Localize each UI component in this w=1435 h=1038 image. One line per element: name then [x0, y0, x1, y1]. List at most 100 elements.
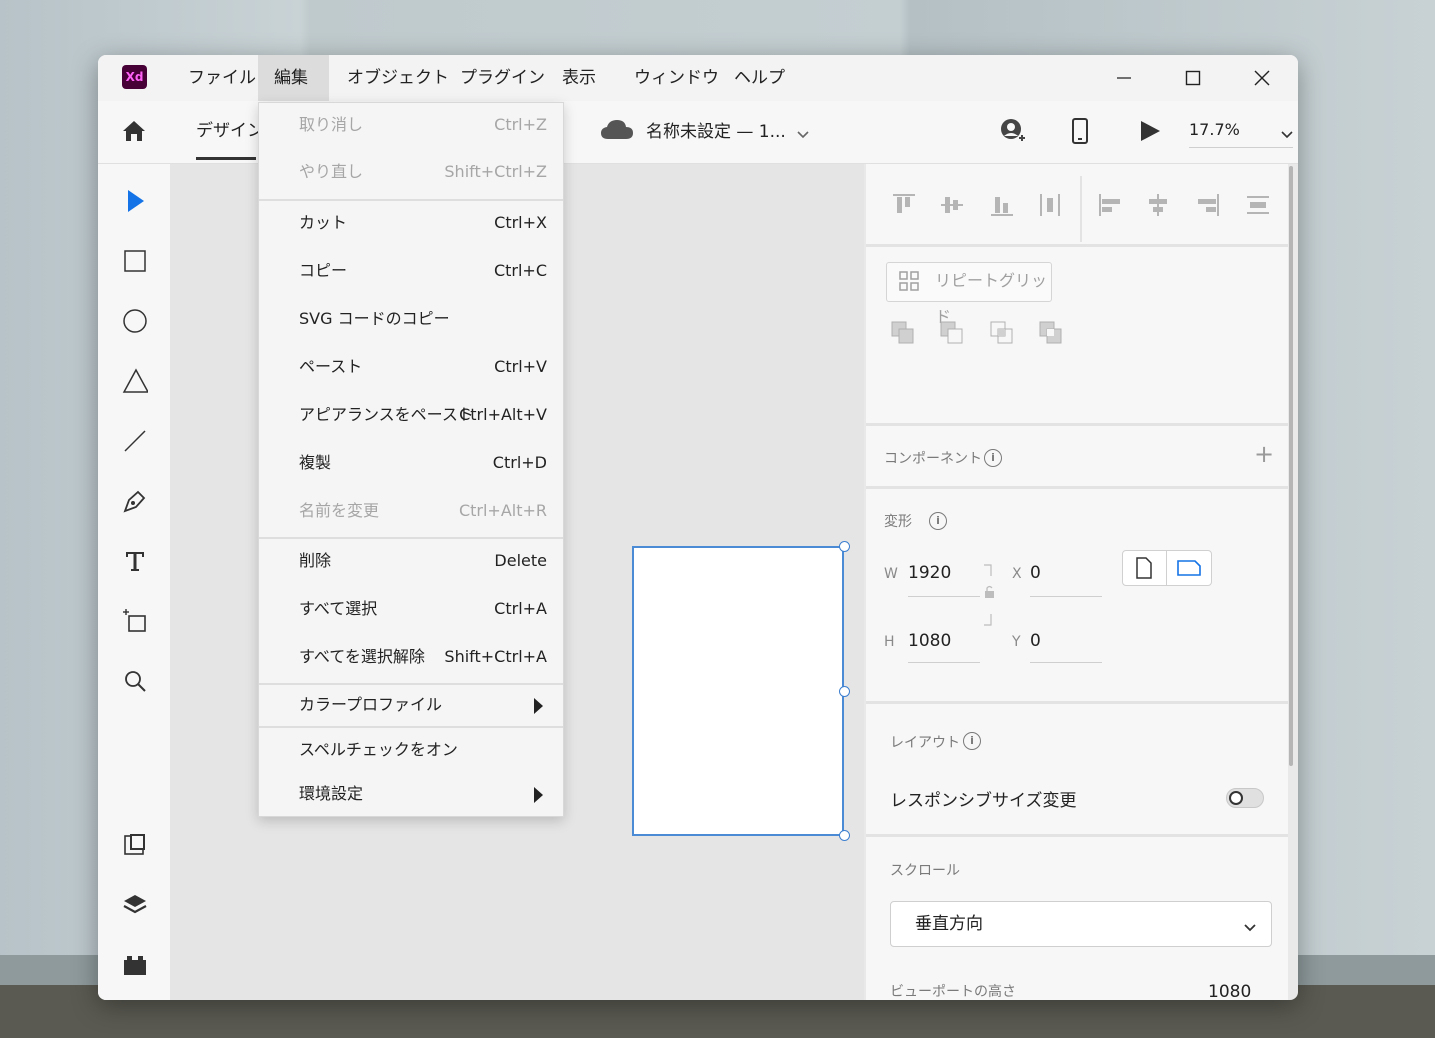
zoom-level[interactable]: 17.7% [1189, 101, 1240, 163]
select-tool-icon[interactable] [122, 188, 148, 214]
height-input[interactable]: 1080 [908, 631, 951, 651]
menu-item-copy[interactable]: コピー Ctrl+C [259, 249, 563, 293]
y-underline [1030, 662, 1102, 663]
responsive-resize-toggle[interactable] [1226, 788, 1264, 808]
menu-item-spellcheck[interactable]: スペルチェックをオン [259, 728, 563, 772]
submenu-arrow-icon [534, 787, 543, 803]
polygon-tool-icon[interactable] [122, 368, 148, 394]
close-icon[interactable] [1239, 55, 1285, 101]
align-center-icon[interactable] [1144, 191, 1172, 219]
repeat-grid-button[interactable]: リピートグリッド [886, 262, 1052, 326]
menu-item-cut[interactable]: カット Ctrl+X [259, 201, 563, 245]
height-label: H [884, 634, 895, 650]
menu-item-shortcut: Ctrl+V [494, 357, 547, 376]
viewport-height-input[interactable]: 1080 [1208, 982, 1251, 1000]
menu-item-select-all[interactable]: すべて選択 Ctrl+A [259, 587, 563, 631]
component-heading: コンポーネント [884, 451, 982, 467]
minimize-icon[interactable] [1101, 55, 1147, 101]
menu-item-paste-appearance[interactable]: アピアランスをペースト Ctrl+Alt+V [259, 393, 563, 437]
boolean-intersect-icon[interactable] [990, 321, 1014, 345]
resize-handle-bottom-right[interactable] [839, 830, 850, 841]
menu-item-duplicate[interactable]: 複製 Ctrl+D [259, 441, 563, 485]
menu-item-label: アピアランスをペースト [299, 405, 474, 424]
document-title[interactable]: 名称未設定 — 1... [646, 101, 786, 163]
menu-item-paste[interactable]: ペースト Ctrl+V [259, 345, 563, 389]
ellipse-tool-icon[interactable] [122, 308, 148, 334]
y-input[interactable]: 0 [1030, 631, 1041, 651]
menu-item-color-profile[interactable]: カラープロファイル [259, 683, 563, 727]
zoom-tool-icon[interactable] [122, 668, 148, 694]
menu-item-label: 名前を変更 [299, 501, 380, 520]
boolean-add-icon[interactable] [891, 321, 915, 345]
panel-scrollbar[interactable] [1289, 166, 1293, 766]
menu-help[interactable]: ヘルプ [718, 55, 801, 101]
share-user-icon[interactable] [998, 117, 1026, 149]
orientation-toggle [1122, 550, 1212, 586]
plugins-icon[interactable] [122, 952, 148, 978]
line-tool-icon[interactable] [122, 428, 148, 454]
boolean-exclude-icon[interactable] [1039, 321, 1063, 345]
artboard-tool-icon[interactable] [122, 608, 148, 634]
align-divider [1080, 176, 1082, 242]
info-icon[interactable]: i [984, 449, 1002, 467]
edit-menu: 取り消し Ctrl+Z やり直し Shift+Ctrl+Z カット Ctrl+X… [258, 102, 564, 817]
menu-view[interactable]: 表示 [546, 55, 612, 101]
align-top-icon[interactable] [890, 191, 918, 219]
align-middle-icon[interactable] [938, 191, 966, 219]
menu-plugins[interactable]: プラグイン [444, 55, 561, 101]
scroll-direction-select[interactable]: 垂直方向 [890, 901, 1272, 947]
zoom-underline [1189, 147, 1293, 148]
maximize-icon[interactable] [1170, 55, 1216, 101]
panel-separator [866, 423, 1288, 426]
chevron-down-icon[interactable] [796, 125, 810, 144]
width-input[interactable]: 1920 [908, 563, 951, 583]
x-input[interactable]: 0 [1030, 563, 1041, 583]
menu-item-label: すべて選択 [299, 599, 378, 618]
align-right-icon[interactable] [1194, 191, 1222, 219]
zoom-chevron-down-icon[interactable] [1280, 125, 1294, 144]
tab-design[interactable]: デザイン [196, 101, 264, 163]
lock-aspect-icon[interactable] [982, 564, 996, 630]
menu-item-label: 環境設定 [299, 784, 364, 803]
mobile-preview-icon[interactable] [1070, 117, 1090, 149]
rectangle-tool-icon[interactable] [122, 248, 148, 274]
menu-item-redo[interactable]: やり直し Shift+Ctrl+Z [259, 150, 563, 194]
layers-icon[interactable] [122, 892, 148, 918]
info-icon[interactable]: i [929, 512, 947, 530]
distribute-horizontal-icon[interactable] [1036, 191, 1064, 219]
pen-tool-icon[interactable] [122, 488, 148, 514]
menu-item-label: ペースト [299, 357, 363, 376]
menu-item-label: やり直し [299, 162, 364, 181]
menu-item-rename[interactable]: 名前を変更 Ctrl+Alt+R [259, 489, 563, 533]
boolean-subtract-icon[interactable] [940, 321, 964, 345]
menu-item-deselect-all[interactable]: すべてを選択解除 Shift+Ctrl+A [259, 635, 563, 679]
distribute-vertical-icon[interactable] [1244, 191, 1272, 219]
portrait-icon[interactable] [1135, 557, 1153, 583]
align-bottom-icon[interactable] [988, 191, 1016, 219]
menu-item-preferences[interactable]: 環境設定 [259, 772, 563, 816]
resize-handle-right[interactable] [839, 686, 850, 697]
text-tool-icon[interactable] [122, 548, 148, 574]
align-left-icon[interactable] [1096, 191, 1124, 219]
add-component-icon[interactable]: + [1254, 440, 1274, 468]
document-assets-icon[interactable] [122, 832, 148, 858]
home-icon[interactable] [120, 117, 148, 145]
info-icon[interactable]: i [963, 732, 981, 750]
panel-separator [866, 486, 1288, 489]
layout-heading: レイアウト [890, 735, 960, 751]
repeat-grid-icon [899, 271, 919, 295]
menu-file[interactable]: ファイル [172, 55, 272, 101]
menu-item-undo[interactable]: 取り消し Ctrl+Z [259, 103, 563, 147]
submenu-arrow-icon [534, 698, 543, 714]
menu-edit[interactable]: 編集 [258, 55, 329, 101]
resize-handle-top-right[interactable] [839, 541, 850, 552]
menu-item-delete[interactable]: 削除 Delete [259, 539, 563, 583]
menu-item-copy-svg[interactable]: SVG コードのコピー [259, 297, 563, 341]
play-icon[interactable] [1138, 119, 1162, 147]
artboard[interactable] [632, 546, 844, 836]
menu-item-label: コピー [299, 261, 348, 280]
menu-item-shortcut: Ctrl+Alt+V [459, 405, 547, 424]
landscape-icon[interactable] [1177, 559, 1201, 581]
transform-heading: 変形 [884, 514, 912, 530]
panel-separator [866, 834, 1288, 837]
